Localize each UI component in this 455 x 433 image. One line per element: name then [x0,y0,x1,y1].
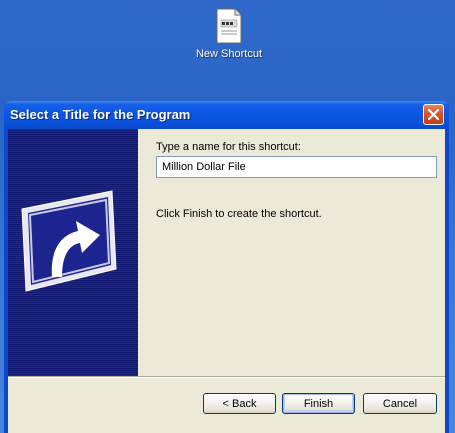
close-icon [428,109,439,120]
select-title-dialog: Select a Title for the Program Type a na… [4,101,449,433]
dialog-titlebar[interactable]: Select a Title for the Program [4,101,449,129]
dialog-title: Select a Title for the Program [10,107,191,122]
desktop-icon-label[interactable]: New Shortcut [192,48,266,60]
wizard-side-panel [8,129,138,376]
cancel-button[interactable]: Cancel [363,393,437,414]
finish-instruction-text: Click Finish to create the shortcut. [156,208,322,220]
dialog-client-area: Type a name for this shortcut: Click Fin… [8,129,445,433]
shortcut-arrow-icon [21,190,117,292]
close-button[interactable] [423,104,444,125]
file-icon[interactable] [215,8,243,44]
desktop-shortcut-item[interactable]: New Shortcut [192,8,266,60]
button-area-divider [8,376,445,378]
back-button[interactable]: < Back [203,393,276,414]
shortcut-name-label: Type a name for this shortcut: [156,141,301,153]
dialog-frame-right [445,129,449,433]
finish-button[interactable]: Finish [282,393,355,414]
shortcut-name-input[interactable] [156,156,437,178]
